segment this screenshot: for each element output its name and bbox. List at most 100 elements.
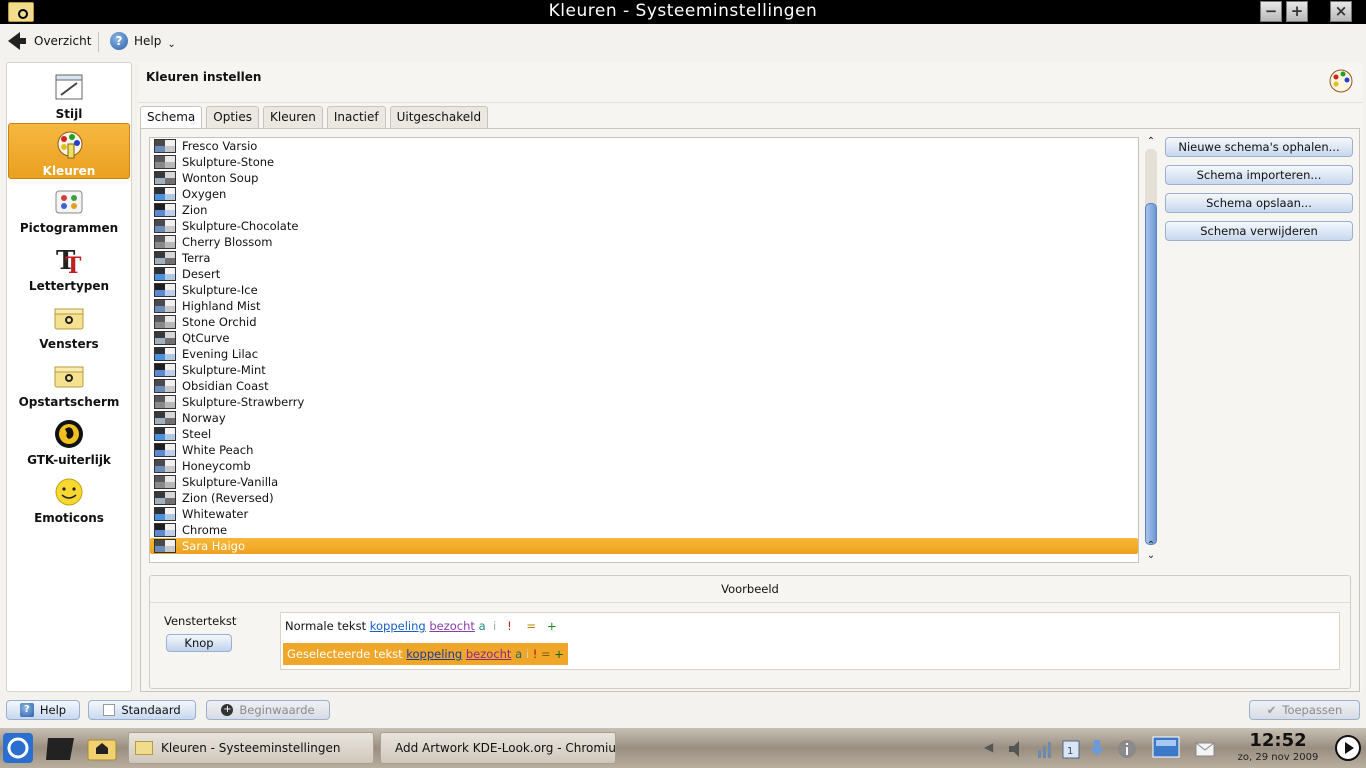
sidebar-item-label: Kleuren [42,164,96,178]
info-icon[interactable] [1116,738,1138,760]
default-button[interactable]: Standaard [88,700,196,720]
network-icon[interactable] [1034,738,1056,760]
svg-text:1: 1 [1067,746,1073,757]
get-new-schemes-button[interactable]: Nieuwe schema's ophalen... [1165,137,1353,157]
main-panel: Kleuren instellen Schema Opties Kleuren … [138,62,1362,692]
minimize-button[interactable]: − [1260,1,1282,22]
reset-button[interactable]: + Beginwaarde [206,700,330,720]
remove-scheme-button[interactable]: Schema verwijderen [1165,221,1353,241]
sidebar-item-stijl[interactable]: Stijl [8,67,130,123]
kde-menu-icon[interactable] [2,732,34,764]
sidebar-item-vensters[interactable]: Vensters [8,297,130,353]
tab-bar: Schema Opties Kleuren Inactief Uitgescha… [140,106,489,129]
tab-inactief[interactable]: Inactief [326,106,386,128]
clipboard-icon[interactable]: 1 [1060,738,1082,760]
scheme-list-item[interactable]: Cherry Blossom [150,234,1138,250]
scheme-list-item[interactable]: Sara Haigo [150,538,1138,554]
icons-icon [55,190,83,214]
scheme-swatch-icon [154,187,176,201]
scheme-list-item[interactable]: Honeycomb [150,458,1138,474]
scroll-up-icon[interactable]: ⌃ [1145,137,1157,147]
close-button[interactable]: × [1330,1,1352,22]
sidebar-item-emoticons[interactable]: Emoticons [8,471,130,527]
overview-button[interactable]: Overzicht [8,30,91,52]
scheme-name: Chrome [182,523,228,537]
scheme-list-item[interactable]: Skulpture-Ice [150,282,1138,298]
scheme-list-item[interactable]: Stone Orchid [150,314,1138,330]
scheme-swatch-icon [154,219,176,233]
tab-schema[interactable]: Schema [140,106,203,129]
scheme-list-item[interactable]: Highland Mist [150,298,1138,314]
scheme-list-item[interactable]: Whitewater [150,506,1138,522]
help-menu-button[interactable]: ? Help ⌄ [110,30,176,52]
scheme-list-item[interactable]: White Peach [150,442,1138,458]
scheme-list-item[interactable]: Skulpture-Stone [150,154,1138,170]
document-icon [103,704,116,716]
help-book-icon: ? [19,703,34,717]
scheme-list-item[interactable]: Zion [150,202,1138,218]
scheme-list-item[interactable]: Skulpture-Chocolate [150,218,1138,234]
scheme-list-scrollbar[interactable]: ⌃ ⌃ ⌄ [1143,137,1159,563]
selected-text: Geselecteerde tekst [287,647,403,661]
clock[interactable]: 12:52 zo, 29 nov 2009 [1228,730,1328,763]
sidebar-item-kleuren[interactable]: Kleuren [8,123,130,179]
scroll-thumb[interactable] [1145,203,1157,545]
home-folder-icon[interactable] [86,732,118,764]
colors-icon [57,131,83,159]
scheme-list-item[interactable]: Skulpture-Vanilla [150,474,1138,490]
svg-text:T: T [65,253,82,275]
scheme-list-item[interactable]: Steel [150,426,1138,442]
preview-negative-text: ! [507,619,512,633]
scroll-down-icon[interactable]: ⌄ [1145,551,1157,561]
preview-neutral-text: = [526,619,537,633]
sidebar-item-gtk-uiterlijk[interactable]: GTK-uiterlijk [8,413,130,469]
terminal-icon[interactable] [44,732,76,764]
sidebar-item-lettertypen[interactable]: T T Lettertypen [8,239,130,295]
scheme-name: Stone Orchid [182,315,257,329]
sidebar-item-pictogrammen[interactable]: Pictogrammen [8,181,130,237]
play-icon[interactable] [1334,734,1362,762]
scheme-list-item[interactable]: Desert [150,266,1138,282]
apply-button[interactable]: ✔ Toepassen [1249,700,1360,720]
scheme-list-item[interactable]: Terra [150,250,1138,266]
scheme-list-item[interactable]: Wonton Soup [150,170,1138,186]
scheme-list-item[interactable]: Obsidian Coast [150,378,1138,394]
mail-icon[interactable] [1194,738,1216,760]
sidebar-item-opstartscherm[interactable]: Opstartscherm [8,355,130,411]
scheme-name: Obsidian Coast [182,379,269,393]
preview-selected-active: a [515,647,523,661]
scheme-list-item[interactable]: Evening Lilac [150,346,1138,362]
tray-expand-icon[interactable]: ◀ [984,740,993,754]
tab-kleuren[interactable]: Kleuren [263,106,323,128]
scheme-list-item[interactable]: Zion (Reversed) [150,490,1138,506]
maximize-button[interactable]: + [1286,1,1308,22]
scheme-list-item[interactable]: Oxygen [150,186,1138,202]
scheme-swatch-icon [154,411,176,425]
import-scheme-button[interactable]: Schema importeren... [1165,165,1353,185]
task-app-icon [135,741,153,755]
scheme-name: Cherry Blossom [182,235,273,249]
scheme-list-item[interactable]: Chrome [150,522,1138,538]
preview-visited-link: bezocht [429,619,475,633]
scroll-track[interactable] [1145,149,1157,545]
scheme-list-item[interactable]: Norway [150,410,1138,426]
scheme-list-item[interactable]: Skulpture-Strawberry [150,394,1138,410]
window-text-label: Venstertekst [164,614,237,628]
scheme-list[interactable]: Fresco Varsio Skulpture-Stone Wonton Soup O… [149,137,1139,563]
scheme-list-item[interactable]: QtCurve [150,330,1138,346]
scheme-name: Honeycomb [182,459,251,473]
desktop-preview-icon[interactable] [1152,734,1180,762]
preview-button[interactable]: Knop [166,634,232,652]
tab-opties[interactable]: Opties [206,106,259,128]
task-chromium[interactable]: Add Artwork KDE-Look.org - Chromium [380,732,616,764]
save-scheme-button[interactable]: Schema opslaan... [1165,193,1353,213]
scheme-list-item[interactable]: Skulpture-Mint [150,362,1138,378]
download-icon[interactable] [1086,738,1108,760]
help-button[interactable]: ? Help [6,700,80,720]
scheme-swatch-icon [154,299,176,313]
scheme-swatch-icon [154,347,176,361]
scheme-list-item[interactable]: Fresco Varsio [150,138,1138,154]
tab-uitgeschakeld[interactable]: Uitgeschakeld [389,106,489,128]
task-kleuren[interactable]: Kleuren - Systeeminstellingen [128,732,374,764]
volume-icon[interactable] [1006,738,1028,760]
